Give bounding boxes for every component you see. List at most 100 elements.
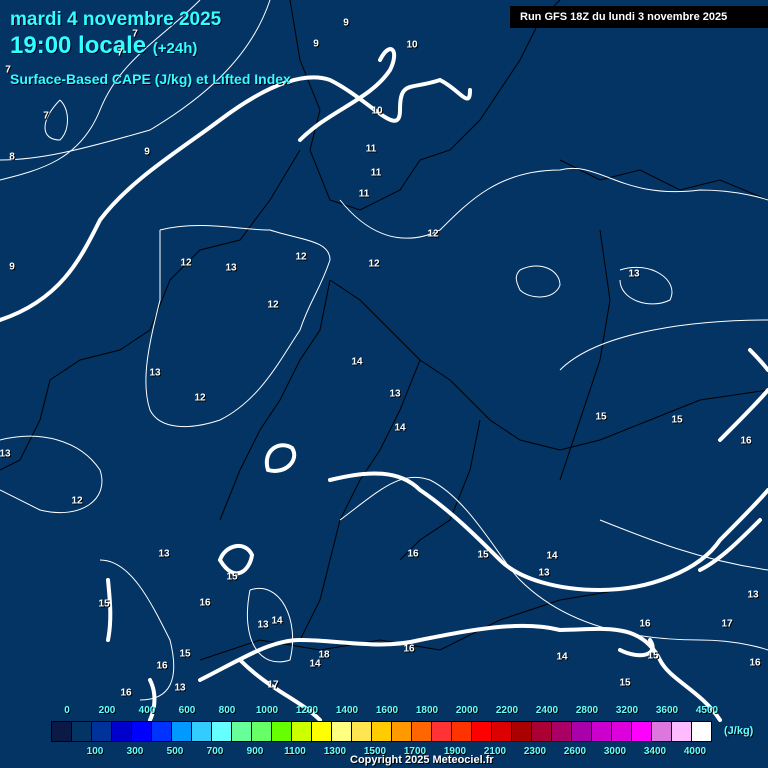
legend-bottom-label: 2300 <box>523 746 547 757</box>
contour-label: 15 <box>179 648 191 660</box>
legend-top-label: 0 <box>64 705 70 716</box>
legend-top-label: 2000 <box>455 705 479 716</box>
legend-bottom-label: 2600 <box>563 746 587 757</box>
legend-swatch <box>312 722 332 741</box>
legend-swatch <box>672 722 692 741</box>
contour-label: 7 <box>117 47 123 59</box>
legend-bottom-label: 700 <box>206 746 224 757</box>
contour-label: 16 <box>407 548 419 560</box>
legend-top-label: 200 <box>98 705 116 716</box>
contour-label: 15 <box>619 677 631 689</box>
legend-swatch <box>532 722 552 741</box>
contour-label: 13 <box>389 388 401 400</box>
legend-swatch <box>492 722 512 741</box>
forecast-date: mardi 4 novembre 2025 <box>10 9 222 30</box>
legend-top-label: 2200 <box>495 705 519 716</box>
contour-label: 13 <box>225 262 237 274</box>
contour-label: 16 <box>639 618 651 630</box>
contour-label: 12 <box>368 258 380 270</box>
legend-bottom-label: 100 <box>86 746 104 757</box>
legend-swatch <box>152 722 172 741</box>
legend-top-label: 800 <box>218 705 236 716</box>
legend-top-label: 1000 <box>255 705 279 716</box>
contour-label: 9 <box>9 261 15 273</box>
legend-swatch <box>612 722 632 741</box>
contour-label: 7 <box>5 64 11 76</box>
legend-swatch <box>192 722 212 741</box>
contour-label: 15 <box>595 411 607 423</box>
legend-swatch <box>292 722 312 741</box>
contour-label: 17 <box>721 618 733 630</box>
contour-label: 12 <box>295 251 307 263</box>
contour-label: 16 <box>156 660 168 672</box>
legend-top-label: 2800 <box>575 705 599 716</box>
legend-swatch <box>472 722 492 741</box>
legend-top-label: 1200 <box>295 705 319 716</box>
legend-swatch <box>212 722 232 741</box>
cape-map: mardi 4 novembre 2025 19:00 locale (+24h… <box>0 0 768 768</box>
contour-label: 11 <box>365 143 377 155</box>
legend-swatch <box>432 722 452 741</box>
contour-label: 12 <box>71 495 83 507</box>
contour-label: 15 <box>477 549 489 561</box>
contour-label: 7 <box>132 28 138 40</box>
legend-swatch <box>132 722 152 741</box>
contour-label: 11 <box>358 188 370 200</box>
contour-label: 15 <box>98 598 110 610</box>
contour-label: 15 <box>647 650 659 662</box>
contour-label: 12 <box>427 228 439 240</box>
contour-label: 13 <box>628 268 640 280</box>
legend-top-label: 3200 <box>615 705 639 716</box>
contour-label: 9 <box>313 38 319 50</box>
legend-bottom-label: 300 <box>126 746 144 757</box>
legend-bottom-label: 3400 <box>643 746 667 757</box>
legend-top-label: 3600 <box>655 705 679 716</box>
contour-label: 16 <box>120 687 132 699</box>
legend-swatch <box>252 722 272 741</box>
legend-swatch <box>692 722 711 741</box>
legend-swatch <box>572 722 592 741</box>
legend-top-label: 1400 <box>335 705 359 716</box>
legend-top-label: 2400 <box>535 705 559 716</box>
legend-bottom-label: 900 <box>246 746 264 757</box>
contour-label: 15 <box>226 571 238 583</box>
legend-swatch <box>352 722 372 741</box>
contour-label: 8 <box>9 151 15 163</box>
contour-label: 14 <box>271 615 283 627</box>
legend-bottom-label: 1100 <box>284 746 306 757</box>
legend-swatch <box>452 722 472 741</box>
contour-label: 9 <box>144 146 150 158</box>
legend-swatch <box>72 722 92 741</box>
legend-swatch <box>112 722 132 741</box>
legend-bottom-label: 500 <box>166 746 184 757</box>
copyright: Copyright 2025 Meteociel.fr <box>350 754 494 766</box>
contour-label: 9 <box>343 17 349 29</box>
legend-swatch <box>52 722 72 741</box>
contour-label: 13 <box>0 448 11 460</box>
color-scale-legend <box>51 721 712 742</box>
contour-label: 16 <box>199 597 211 609</box>
legend-top-label: 4500 <box>695 705 719 716</box>
legend-bottom-label: 3000 <box>603 746 627 757</box>
run-info: Run GFS 18Z du lundi 3 novembre 2025 <box>510 6 768 28</box>
legend-swatch <box>372 722 392 741</box>
legend-top-label: 400 <box>138 705 156 716</box>
contour-label: 13 <box>149 367 161 379</box>
contour-label: 10 <box>406 39 418 51</box>
contour-label: 14 <box>351 356 363 368</box>
legend-top-label: 1800 <box>415 705 439 716</box>
contour-label: 12 <box>194 392 206 404</box>
local-time: 19:00 locale <box>10 32 147 59</box>
legend-swatch <box>172 722 192 741</box>
thin-contours <box>0 0 768 701</box>
legend-swatch <box>272 722 292 741</box>
contour-label: 14 <box>394 422 406 434</box>
legend-swatch <box>92 722 112 741</box>
contour-label: 13 <box>747 589 759 601</box>
contour-label: 11 <box>370 167 382 179</box>
legend-swatch <box>552 722 572 741</box>
legend-swatch <box>412 722 432 741</box>
contour-label: 15 <box>671 414 683 426</box>
legend-bottom-label: 4000 <box>683 746 707 757</box>
lead-time: (+24h) <box>152 40 198 57</box>
